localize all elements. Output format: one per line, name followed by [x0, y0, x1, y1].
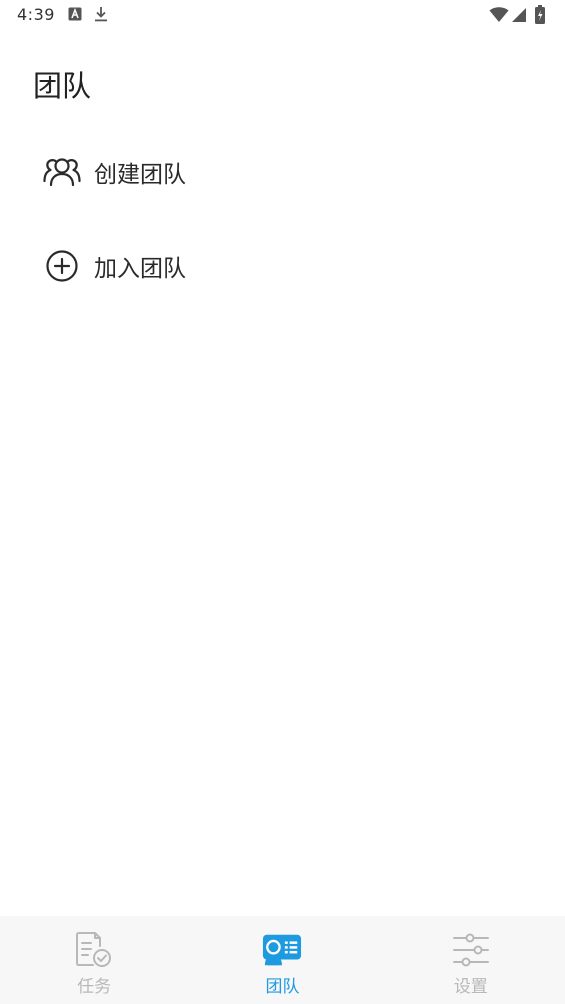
tab-team-label: 团队: [265, 977, 300, 997]
status-time: 4:39: [17, 5, 55, 24]
tab-team[interactable]: 团队: [188, 916, 376, 1004]
create-team-label: 创建团队: [94, 162, 186, 188]
create-team-item[interactable]: 创建团队: [32, 144, 532, 200]
tab-tasks[interactable]: 任务: [0, 916, 188, 1004]
sliders-icon: [451, 932, 491, 968]
wifi-icon: [489, 7, 509, 27]
team-card-icon: [262, 932, 302, 968]
status-bar: 4:39: [0, 0, 565, 30]
tab-settings-label: 设置: [453, 977, 488, 997]
page-title: 团队: [33, 69, 92, 103]
bottom-navigation: 任务 团队 设置: [0, 916, 565, 1004]
a-badge-icon: [68, 6, 82, 25]
signal-icon: [511, 7, 527, 27]
join-team-item[interactable]: 加入团队: [32, 238, 532, 294]
group-icon: [42, 152, 82, 192]
tab-tasks-label: 任务: [77, 977, 112, 997]
task-document-icon: [74, 932, 114, 968]
tab-settings[interactable]: 设置: [377, 916, 565, 1004]
battery-charging-icon: [534, 5, 546, 29]
join-team-label: 加入团队: [94, 256, 186, 282]
download-icon: [94, 6, 108, 26]
plus-circle-icon: [42, 246, 82, 286]
